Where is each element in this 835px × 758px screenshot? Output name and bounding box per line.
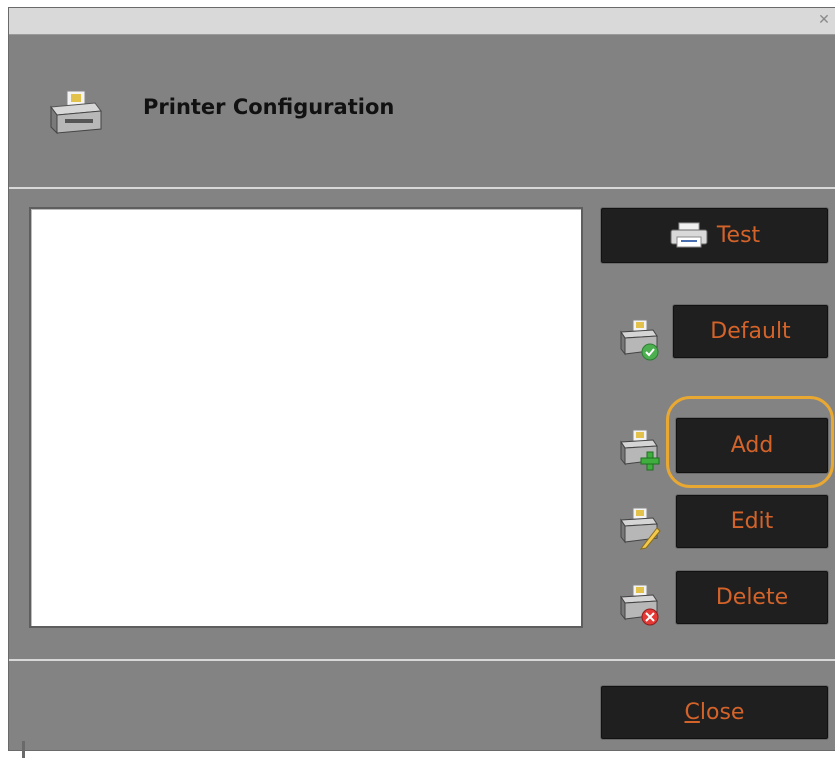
- title-bar: ✕: [9, 8, 835, 35]
- dialog-title: Printer Configuration: [143, 95, 395, 119]
- window-close-icon[interactable]: ✕: [815, 11, 833, 29]
- close-button-label-rest: lose: [699, 700, 745, 725]
- printer-icon: [50, 90, 102, 135]
- separator-bottom: [9, 659, 835, 661]
- printer-default-icon: [620, 319, 659, 361]
- edit-button[interactable]: Edit: [675, 494, 829, 549]
- printer-icon: [670, 222, 708, 247]
- printer-edit-icon: [620, 507, 661, 550]
- edit-button-label: Edit: [730, 509, 774, 534]
- close-button-mnemonic: C: [684, 700, 700, 725]
- close-button[interactable]: Close: [600, 685, 829, 740]
- test-button-label: Test: [716, 223, 761, 248]
- dialog-header: Printer Configuration: [9, 35, 835, 187]
- add-button-label: Add: [730, 433, 774, 458]
- printer-add-icon: [620, 429, 660, 471]
- window-edge: [22, 741, 25, 758]
- printer-delete-icon: [620, 584, 659, 626]
- printer-list[interactable]: [29, 207, 583, 628]
- separator-top: [9, 187, 835, 189]
- printer-configuration-window: ✕ Printer Configuration Test Default Add…: [9, 8, 835, 750]
- delete-button-label: Delete: [715, 585, 789, 610]
- default-button-label: Default: [710, 319, 791, 344]
- test-button[interactable]: Test: [600, 207, 829, 264]
- default-button[interactable]: Default: [672, 304, 829, 359]
- delete-button[interactable]: Delete: [675, 570, 829, 625]
- add-button[interactable]: Add: [675, 417, 829, 474]
